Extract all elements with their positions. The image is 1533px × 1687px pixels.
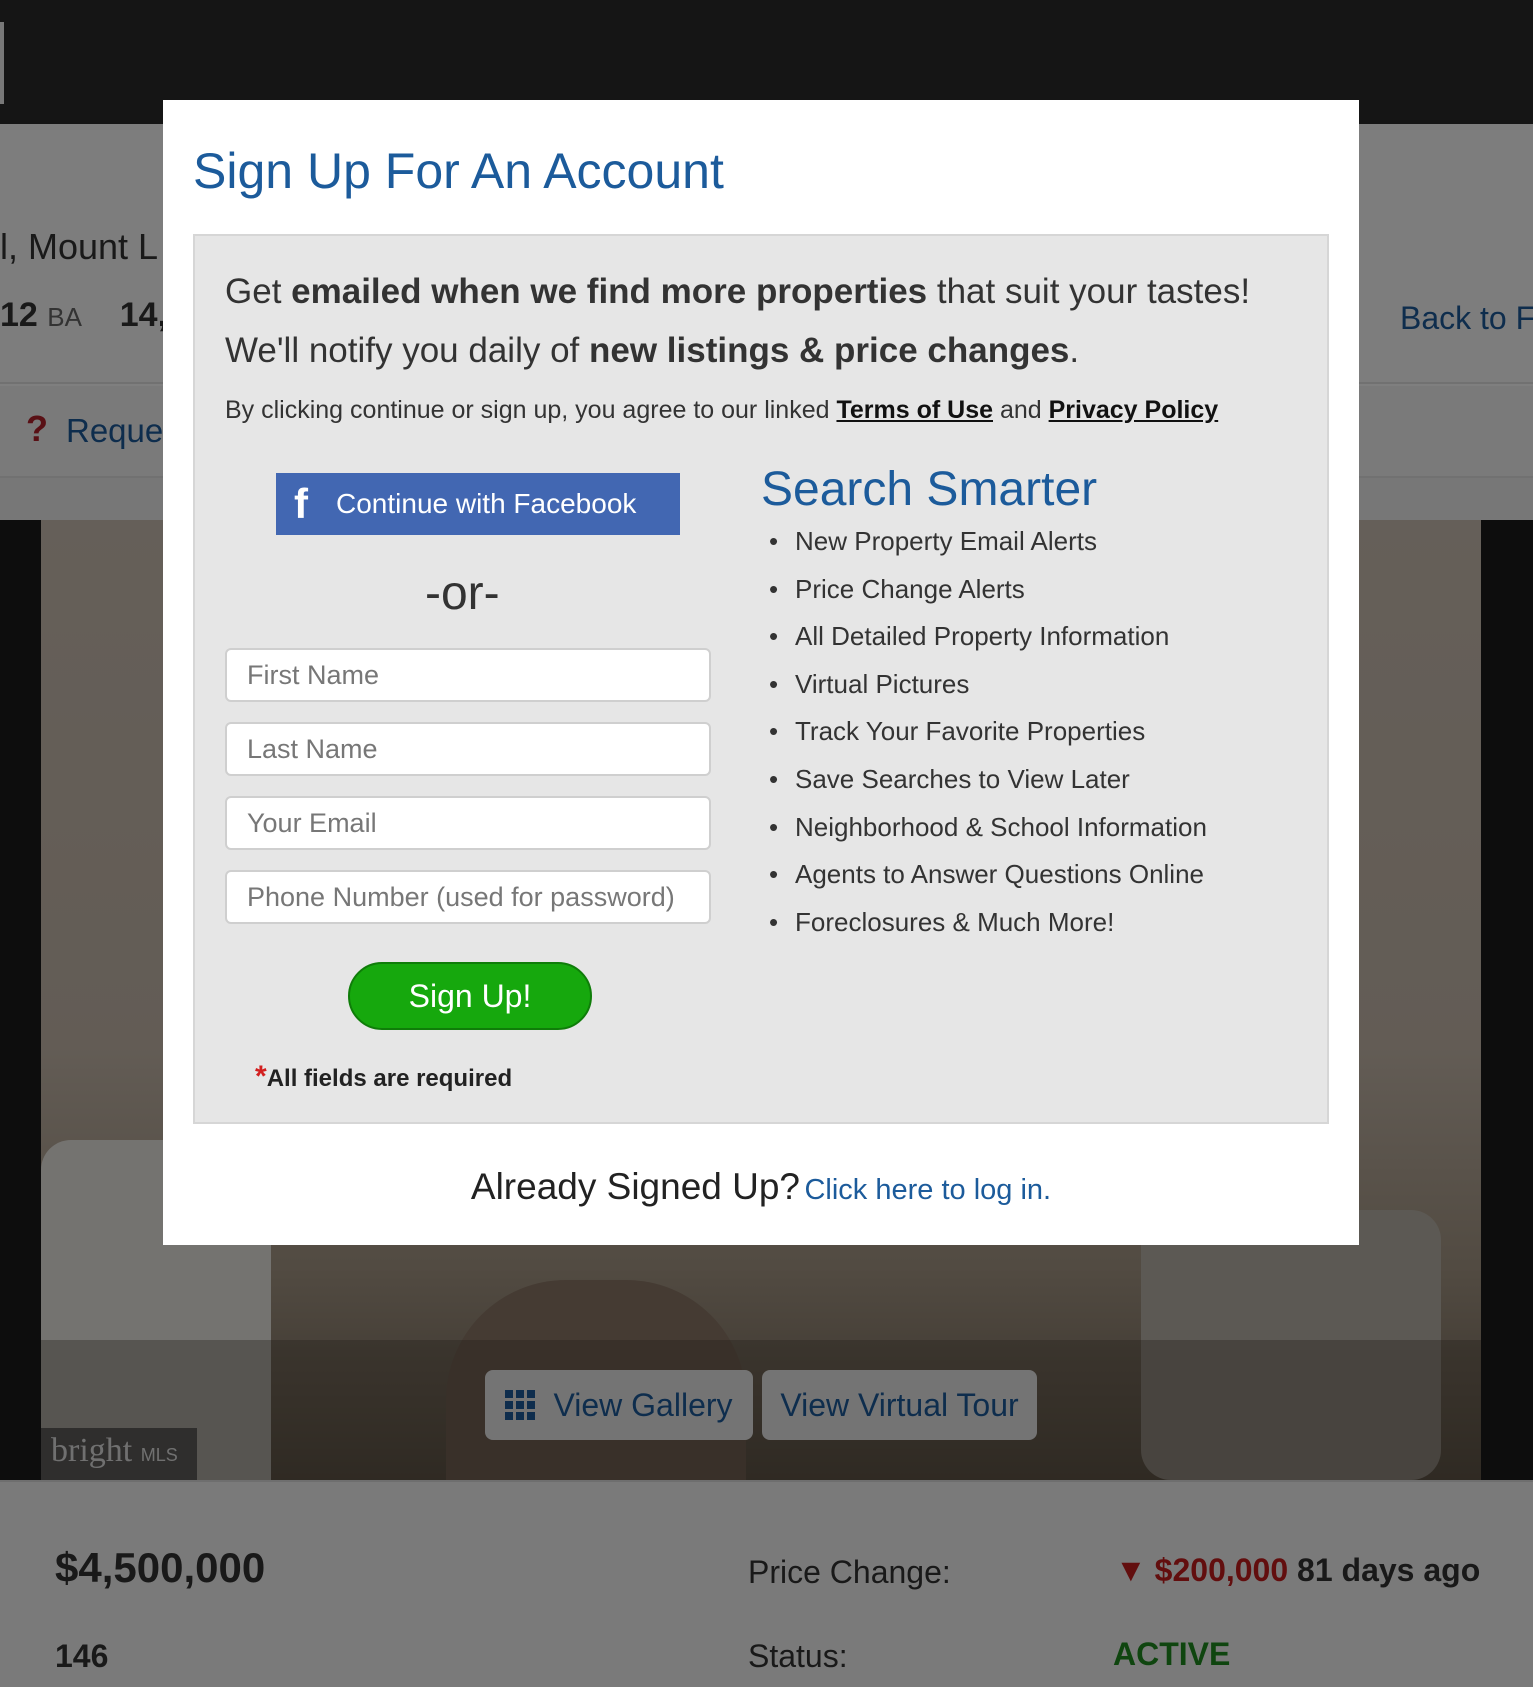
feature-item: Track Your Favorite Properties (761, 716, 1207, 764)
feature-item: Save Searches to View Later (761, 764, 1207, 812)
feature-item: Virtual Pictures (761, 669, 1207, 717)
facebook-icon: f (294, 480, 308, 527)
search-smarter-title: Search Smarter (761, 463, 1098, 516)
feature-list: New Property Email Alerts Price Change A… (761, 526, 1207, 954)
phone-input[interactable] (225, 870, 711, 924)
or-divider: -or- (425, 567, 500, 620)
login-link[interactable]: Click here to log in. (804, 1174, 1051, 1206)
already-signed-up-text: Already Signed Up? (470, 1166, 801, 1207)
feature-item: Neighborhood & School Information (761, 812, 1207, 860)
facebook-button-label: Continue with Facebook (336, 488, 637, 519)
continue-with-facebook-button[interactable]: f Continue with Facebook (276, 473, 680, 535)
feature-item: Price Change Alerts (761, 574, 1207, 622)
terms-notice: By clicking continue or sign up, you agr… (225, 396, 1219, 424)
required-asterisk-icon: * (255, 1060, 267, 1093)
feature-item: Agents to Answer Questions Online (761, 859, 1207, 907)
terms-of-use-link[interactable]: Terms of Use (836, 396, 993, 424)
feature-item: New Property Email Alerts (761, 526, 1207, 574)
email-input[interactable] (225, 796, 711, 850)
signup-panel: Get emailed when we find more properties… (193, 234, 1329, 1124)
required-fields-note: *All fields are required (255, 1060, 513, 1093)
feature-item: Foreclosures & Much More! (761, 907, 1207, 955)
already-signed-up-row: Already Signed Up? Click here to log in. (163, 1166, 1359, 1208)
sign-up-button[interactable]: Sign Up! (348, 962, 592, 1030)
feature-item: All Detailed Property Information (761, 621, 1207, 669)
privacy-policy-link[interactable]: Privacy Policy (1049, 396, 1219, 424)
last-name-input[interactable] (225, 722, 711, 776)
first-name-input[interactable] (225, 648, 711, 702)
modal-title: Sign Up For An Account (193, 143, 724, 199)
intro-text: Get emailed when we find more properties… (225, 272, 1251, 370)
signup-modal: Sign Up For An Account Get emailed when … (163, 100, 1359, 1245)
